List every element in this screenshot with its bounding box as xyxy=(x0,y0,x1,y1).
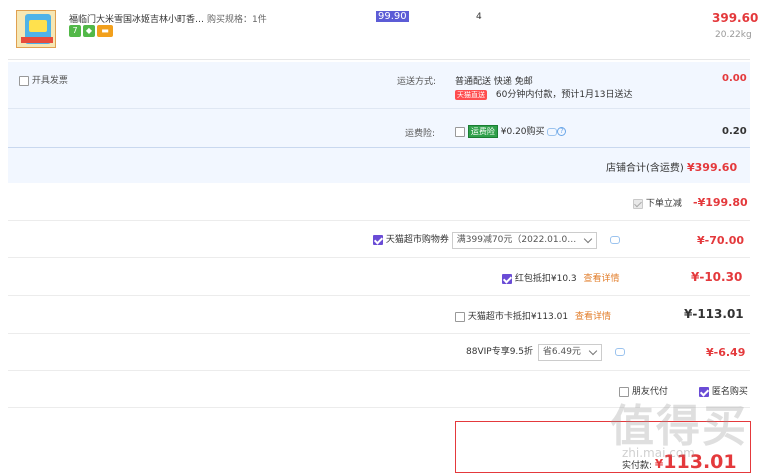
invoice-label: 开具发票 xyxy=(31,76,68,86)
divider xyxy=(8,333,750,334)
divider xyxy=(8,295,750,296)
card-checkbox[interactable] xyxy=(455,311,465,322)
shop-total: 店铺合计(含运费) ¥399.60 xyxy=(606,159,737,174)
shipping-eta: 天猫直送 60分钟内付款，预计1月13日送达 xyxy=(455,87,633,100)
chat-icon[interactable] xyxy=(547,127,558,136)
red-packet-option[interactable]: 红包抵扣¥10.3 查看详情 xyxy=(502,271,620,284)
divider xyxy=(8,370,750,371)
service-badges: 7 ◆ ▬ xyxy=(69,25,115,37)
coupon-option[interactable]: 天猫超市购物券 满399减70元（2022.01.0… xyxy=(373,232,621,249)
vip-select[interactable]: 省6.49元 xyxy=(537,344,602,361)
instant-discount-label: 下单立减 xyxy=(645,199,682,209)
vip-value: ¥-6.49 xyxy=(706,346,746,359)
instant-discount-option: 下单立减 xyxy=(633,196,682,209)
insurance-price-text: ¥0.20购买 xyxy=(500,127,545,137)
shop-total-label: 店铺合计(含运费) xyxy=(606,163,684,174)
red-packet-details-link[interactable]: 查看详情 xyxy=(584,274,620,284)
divider xyxy=(8,108,750,109)
product-title[interactable]: 福临门大米雪国冰姬吉林小町香… xyxy=(69,12,204,25)
card-option[interactable]: 天猫超市卡抵扣¥113.01 查看详情 xyxy=(455,309,611,322)
shipping-note: 60分钟内付款，预计1月13日送达 xyxy=(495,90,633,100)
shop-total-value: ¥399.60 xyxy=(687,161,738,174)
seven-day-return-icon: 7 xyxy=(69,25,81,37)
coupon-select[interactable]: 满399减70元（2022.01.0… xyxy=(451,232,598,249)
item-total-price: 399.60 xyxy=(712,11,758,25)
shipping-price: 0.00 xyxy=(722,73,747,84)
watermark-url: zhi.mai.com xyxy=(622,446,695,460)
shield-icon: ◆ xyxy=(83,25,95,37)
product-spec: 购买规格：1件 xyxy=(207,15,267,25)
divider xyxy=(8,257,750,258)
instant-discount-value: -¥199.80 xyxy=(693,196,748,209)
help-icon[interactable]: ? xyxy=(557,127,567,136)
chat-icon[interactable] xyxy=(614,347,625,356)
coupon-label: 天猫超市购物券 xyxy=(385,235,449,245)
watermark-logo: 值得买 xyxy=(610,401,748,452)
item-weight: 20.22kg xyxy=(715,30,752,40)
divider xyxy=(8,220,750,221)
card-icon: ▬ xyxy=(97,25,113,37)
chat-icon[interactable] xyxy=(610,235,621,244)
quantity: 4 xyxy=(476,12,482,22)
insurance-option[interactable]: 运费险 ¥0.20购买 ? xyxy=(455,124,567,138)
red-packet-checkbox[interactable] xyxy=(502,273,512,284)
shipping-label: 运送方式: xyxy=(397,77,437,87)
chevron-down-icon xyxy=(583,234,593,244)
invoice-checkbox[interactable] xyxy=(19,75,29,86)
insurance-tag: 运费险 xyxy=(467,125,498,138)
product-thumbnail[interactable] xyxy=(16,10,56,48)
red-packet-value: ¥-10.30 xyxy=(691,270,743,284)
insurance-label: 运费险: xyxy=(405,129,436,139)
chevron-down-icon xyxy=(588,346,598,356)
insurance-checkbox[interactable] xyxy=(455,126,465,137)
instant-discount-checkbox xyxy=(633,198,643,209)
vip-label: 88VIP专享9.5折 xyxy=(466,347,534,357)
payment-label: 实付款: xyxy=(622,461,653,471)
card-label: 天猫超市卡抵扣¥113.01 xyxy=(467,312,569,322)
coupon-checkbox[interactable] xyxy=(373,234,383,245)
vip-option: 88VIP专享9.5折 省6.49元 xyxy=(466,344,625,361)
product-row: 福临门大米雪国冰姬吉林小町香… 购买规格：1件 7 ◆ ▬ 99.90 4 399.… xyxy=(8,0,758,60)
coupon-value: ¥-70.00 xyxy=(697,234,745,247)
red-packet-label: 红包抵扣¥10.3 xyxy=(514,274,577,284)
shipping-method: 普通配送 快递 免邮 xyxy=(455,77,533,87)
insurance-price: 0.20 xyxy=(722,126,747,137)
card-value: ¥-113.01 xyxy=(684,307,744,321)
invoice-option[interactable]: 开具发票 xyxy=(19,73,68,86)
card-details-link[interactable]: 查看详情 xyxy=(575,312,611,322)
tmall-direct-tag: 天猫直送 xyxy=(455,90,487,100)
unit-price: 99.90 xyxy=(376,11,409,22)
